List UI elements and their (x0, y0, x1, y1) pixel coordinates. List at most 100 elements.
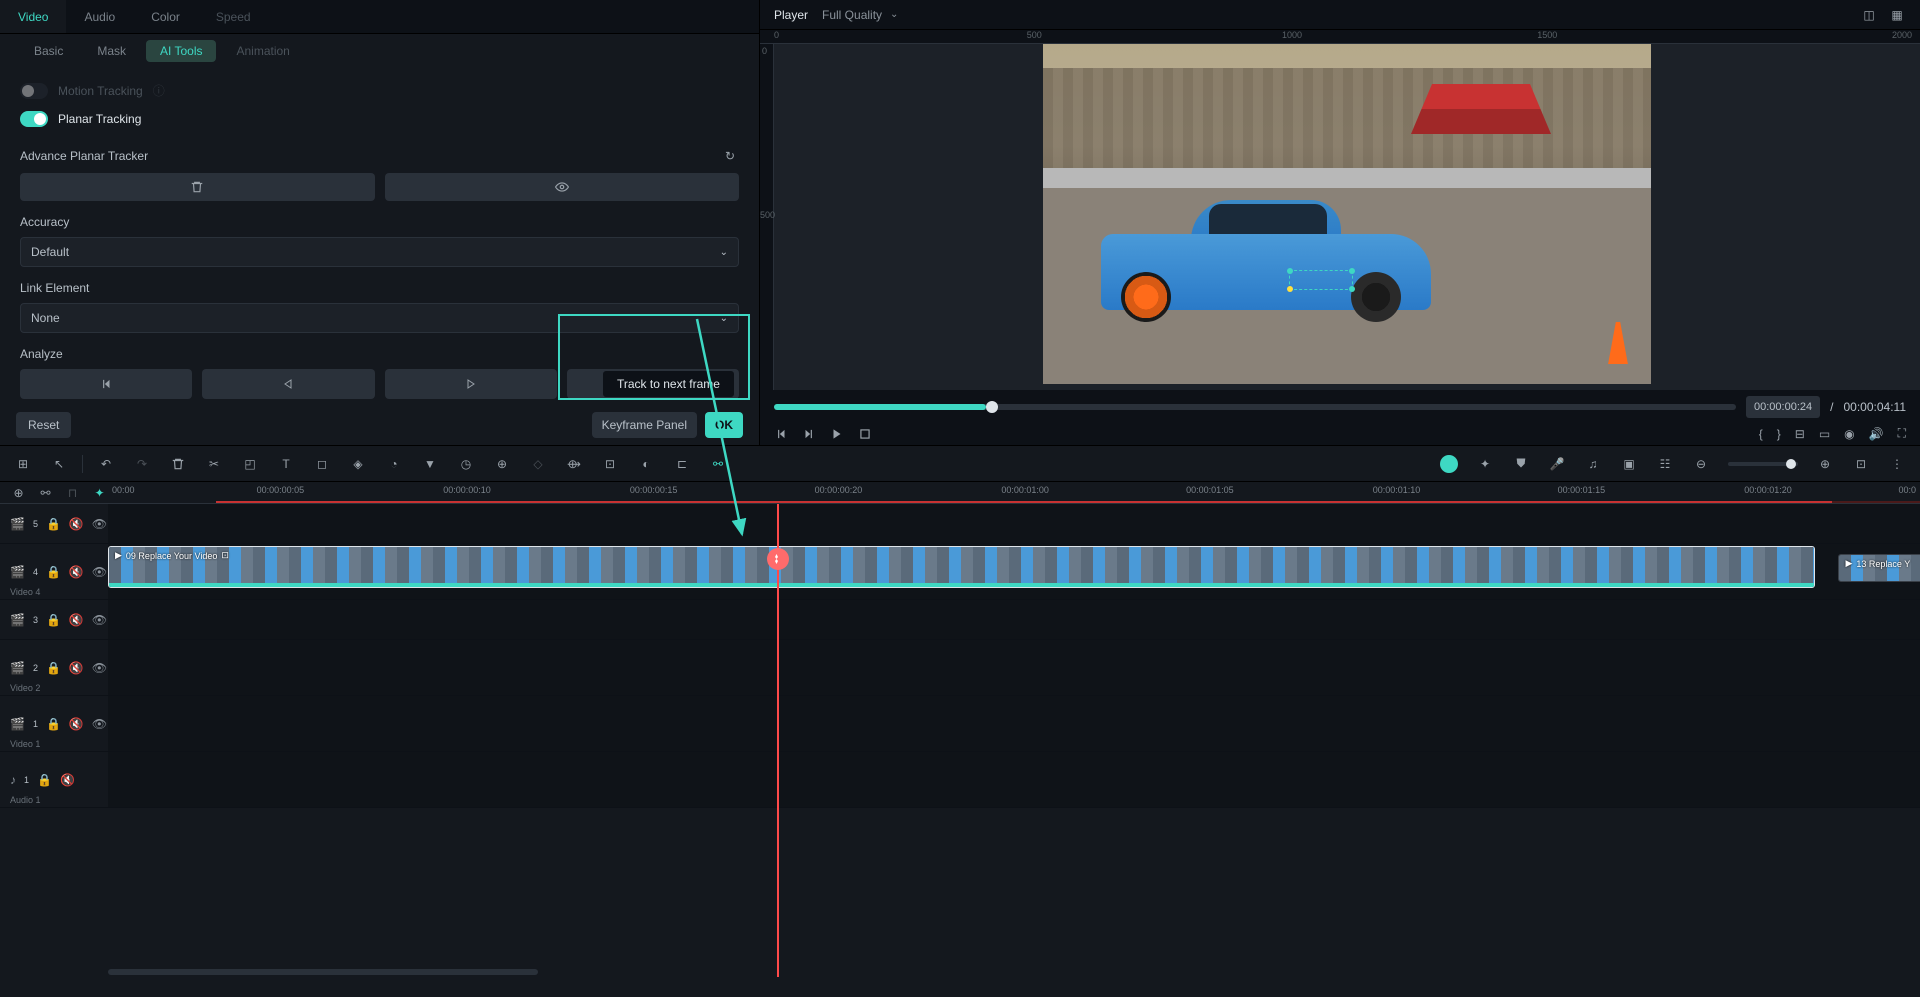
subtab-mask[interactable]: Mask (83, 40, 140, 62)
link-element-select[interactable]: None ⌄ (20, 303, 739, 333)
mark-out-button[interactable]: } (1777, 427, 1781, 441)
zoom-in-icon[interactable]: ⊕ (1816, 455, 1834, 473)
play-button[interactable] (830, 427, 844, 441)
fullscreen-icon[interactable]: ⛶ (1898, 426, 1906, 441)
link-icon[interactable]: ⚯ (709, 455, 727, 473)
subtab-basic[interactable]: Basic (20, 40, 77, 62)
quality-selector[interactable]: Full Quality ⌄ (822, 8, 898, 22)
render-icon[interactable]: ✦ (1476, 455, 1494, 473)
marker-icon[interactable]: ▣ (1620, 455, 1638, 473)
delete-track-button[interactable] (20, 173, 375, 201)
music-icon[interactable]: ♫ (1584, 455, 1602, 473)
ok-button[interactable]: OK (705, 412, 743, 438)
display-icon[interactable]: ▭ (1819, 427, 1830, 441)
lock-icon[interactable]: 🔒 (46, 717, 61, 731)
eye-icon[interactable]: 👁 (92, 517, 107, 531)
track-backward-button[interactable] (202, 369, 374, 399)
scrub-handle[interactable] (986, 401, 998, 413)
planar-tracking-toggle[interactable] (20, 111, 48, 127)
mute-icon[interactable]: 🔇 (69, 661, 84, 675)
stop-button[interactable] (858, 427, 872, 441)
canvas-area[interactable] (774, 44, 1920, 390)
freeze-icon[interactable]: ◻ (313, 455, 331, 473)
track-point-bl[interactable] (1287, 286, 1293, 292)
playhead[interactable] (777, 504, 779, 977)
pointer-icon[interactable]: ↖ (50, 455, 68, 473)
track-point-br[interactable] (1349, 286, 1355, 292)
track-forward-button[interactable] (385, 369, 557, 399)
lock-icon[interactable]: 🔒 (46, 661, 61, 675)
track-magnet-icon[interactable]: ⊓ (64, 484, 81, 502)
clip-main[interactable]: ▶09 Replace Your Video⊡ (108, 546, 1815, 588)
reset-button[interactable]: Reset (16, 412, 71, 438)
subtab-aitools[interactable]: AI Tools (146, 40, 216, 62)
track-prev-frame-button[interactable] (20, 369, 192, 399)
mute-icon[interactable]: 🔇 (60, 773, 75, 787)
track-point-tr[interactable] (1349, 268, 1355, 274)
tab-video[interactable]: Video (0, 0, 66, 33)
mic-icon[interactable]: 🎤 (1548, 455, 1566, 473)
expand-icon[interactable]: ⊏ (673, 455, 691, 473)
crop-icon[interactable]: ◰ (241, 455, 259, 473)
text-icon[interactable]: T (277, 455, 295, 473)
timeline-scrollbar[interactable] (108, 969, 538, 975)
eye-icon[interactable]: 👁 (92, 717, 107, 731)
lock-icon[interactable]: 🔒 (46, 517, 61, 531)
timecode-ruler[interactable]: ⊕ ⚯ ⊓ ✦ 00:00 00:00:00:05 00:00:00:10 00… (0, 482, 1920, 504)
track-add-icon[interactable]: ⊕ (10, 484, 27, 502)
lock-icon[interactable]: 🔒 (46, 565, 61, 579)
accuracy-select[interactable]: Default ⌄ (20, 237, 739, 267)
track-link-icon[interactable]: ⚯ (37, 484, 54, 502)
reset-adv-icon[interactable]: ↻ (721, 147, 739, 165)
mask-tool-icon[interactable]: ◐ (637, 455, 655, 473)
target-icon[interactable]: ⊕ (493, 455, 511, 473)
tab-audio[interactable]: Audio (66, 0, 133, 33)
timeline-settings-icon[interactable]: ⋮ (1888, 455, 1906, 473)
mute-icon[interactable]: 🔇 (69, 517, 84, 531)
eye-icon[interactable]: 👁 (92, 565, 107, 579)
shield-icon[interactable]: ⛊ (1512, 455, 1530, 473)
eye-icon[interactable]: 👁 (92, 661, 107, 675)
cut-badge[interactable] (767, 548, 789, 570)
delete-icon[interactable] (169, 455, 187, 473)
mark-in-button[interactable]: { (1759, 427, 1763, 441)
mute-icon[interactable]: 🔇 (69, 565, 84, 579)
help-icon[interactable]: ⓘ (153, 82, 165, 99)
keyframe-panel-button[interactable]: Keyframe Panel (592, 412, 697, 438)
redo-icon[interactable]: ↷ (133, 455, 151, 473)
mute-icon[interactable]: 🔇 (69, 613, 84, 627)
clip-next[interactable]: ▶13 Replace Y (1838, 554, 1920, 582)
lock-icon[interactable]: 🔒 (46, 613, 61, 627)
zoom-out-icon[interactable]: ⊖ (1692, 455, 1710, 473)
track-point-tl[interactable] (1287, 268, 1293, 274)
record-indicator[interactable] (1440, 455, 1458, 473)
caption-icon[interactable]: ☷ (1656, 455, 1674, 473)
frame-back-button[interactable] (774, 427, 788, 441)
lock-icon[interactable]: 🔒 (37, 773, 52, 787)
effects-icon[interactable]: ◈ (349, 455, 367, 473)
volume-icon[interactable]: 🔊 (1869, 427, 1884, 441)
transition-icon[interactable]: ◔ (385, 455, 403, 473)
motion-tracking-toggle[interactable] (20, 83, 48, 99)
snap-icon[interactable]: ⊞ (14, 455, 32, 473)
zoom-fit-icon[interactable]: ⊡ (1852, 455, 1870, 473)
mute-icon[interactable]: 🔇 (69, 717, 84, 731)
color-icon[interactable]: ▼ (421, 455, 439, 473)
speed-icon[interactable]: ◷ (457, 455, 475, 473)
group-icon[interactable]: ⊡ (601, 455, 619, 473)
frame-fwd-button[interactable] (802, 427, 816, 441)
keyframe-icon[interactable]: ◇ (529, 455, 547, 473)
snapshot-icon[interactable]: ▦ (1888, 6, 1906, 24)
compare-icon[interactable]: ◫ (1860, 6, 1878, 24)
eye-icon[interactable]: 👁 (92, 613, 107, 627)
track-auto-icon[interactable]: ✦ (91, 484, 108, 502)
tracking-box[interactable] (1289, 270, 1353, 290)
camera-icon[interactable]: ◉ (1844, 427, 1854, 441)
ratio-icon[interactable]: ⊟ (1795, 427, 1805, 441)
undo-icon[interactable]: ↶ (97, 455, 115, 473)
adjust-icon[interactable]: ⟴ (565, 455, 583, 473)
zoom-slider[interactable] (1728, 462, 1798, 466)
cut-icon[interactable]: ✂ (205, 455, 223, 473)
preview-track-button[interactable] (385, 173, 740, 201)
tab-color[interactable]: Color (133, 0, 198, 33)
